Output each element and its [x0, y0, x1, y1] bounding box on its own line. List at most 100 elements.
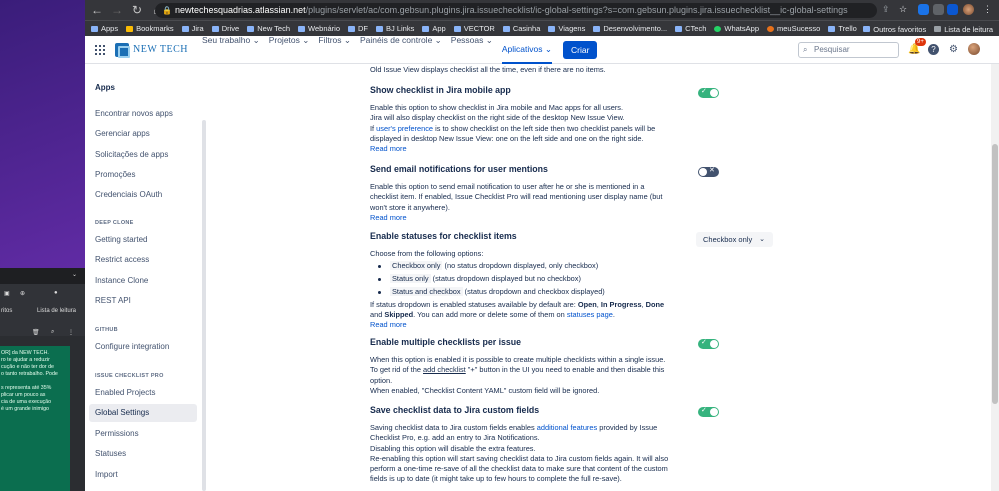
bookmark-outros-favoritos[interactable]: Outros favoritos: [863, 25, 926, 34]
avatar[interactable]: ●: [54, 290, 58, 296]
read-more-link[interactable]: Read more: [370, 320, 790, 330]
sidebar-item-global-settings[interactable]: Global Settings: [89, 404, 197, 422]
toggle-mobile-app[interactable]: ✓: [698, 88, 719, 98]
search-input[interactable]: ⌕ Pesquisar: [798, 42, 899, 58]
bookmark-apps[interactable]: Apps: [91, 24, 118, 33]
page-scrollbar[interactable]: [991, 64, 999, 491]
extension-icon[interactable]: [933, 4, 944, 15]
sidebar-item-configure-integration[interactable]: Configure integration: [89, 338, 197, 356]
bookmark-desenvolvimento[interactable]: Desenvolvimento...: [593, 24, 667, 33]
text-part: "+" button in the UI you need to enable …: [465, 365, 665, 375]
chevron-down-icon[interactable]: ⌄: [72, 271, 77, 278]
logo-mark-icon: [115, 42, 130, 58]
site-logo[interactable]: NEW TECH: [115, 42, 188, 58]
bookmark-casinha[interactable]: Casinha: [502, 24, 540, 33]
additional-features-link[interactable]: additional features: [537, 423, 597, 432]
bookmark-drive[interactable]: Drive: [211, 24, 239, 33]
bookmark-jira[interactable]: Jira: [181, 24, 204, 33]
sidebar-item-promocoes[interactable]: Promoções: [89, 166, 197, 184]
back-icon[interactable]: ←: [89, 3, 105, 17]
setting-text: won't store it anywhere).: [370, 202, 450, 212]
sidebar-item-instance-clone[interactable]: Instance Clone: [89, 272, 197, 290]
sidebar-item-permissions[interactable]: Permissions: [89, 425, 197, 443]
settings-gear-icon[interactable]: ⚙: [948, 44, 959, 55]
bookmark-trello[interactable]: Trello: [828, 24, 857, 33]
bookmark-ctech[interactable]: CTech: [675, 24, 706, 33]
sidebar-item-restrict-access[interactable]: Restrict access: [89, 251, 197, 269]
trash-icon[interactable]: 🗑: [32, 329, 40, 336]
sidebar-item-encontrar-novos-apps[interactable]: Encontrar novos apps: [89, 105, 197, 123]
bookmark-vector[interactable]: VECTOR: [453, 24, 495, 33]
sidebar-item-statuses[interactable]: Statuses: [89, 445, 197, 463]
bookmark-label: CTech: [685, 24, 707, 33]
app-switcher-icon[interactable]: [95, 44, 105, 55]
user-avatar[interactable]: [968, 43, 980, 55]
reload-icon[interactable]: ↻: [129, 3, 145, 17]
sidebar-item-enabled-projects[interactable]: Enabled Projects: [89, 384, 197, 402]
setting-text: Checklist Pro, e.g. add an entry to Jira…: [370, 433, 540, 443]
bookmark-new-tech[interactable]: New Tech: [247, 24, 290, 33]
read-more-link[interactable]: Read more: [370, 213, 790, 223]
sidebar-item-gerenciar-apps[interactable]: Gerenciar apps: [89, 125, 197, 143]
toggle-knob: [710, 408, 718, 416]
scrollbar-thumb[interactable]: [992, 144, 998, 404]
bookmark-bookmarks[interactable]: Bookmarks: [126, 24, 174, 33]
nav-projetos[interactable]: Projetos ⌄: [269, 35, 310, 64]
status-skipped: Skipped: [384, 309, 414, 319]
share-icon[interactable]: ⇪: [882, 4, 893, 15]
forward-icon[interactable]: →: [109, 3, 125, 17]
search-icon: ⌕: [803, 45, 808, 54]
read-more-link[interactable]: Read more: [370, 144, 790, 154]
toggle-save-custom-fields[interactable]: ✓: [698, 407, 719, 417]
menu-icon[interactable]: ⋮: [983, 4, 994, 15]
setting-multiple: Enable multiple checklists per issue Whe…: [370, 337, 790, 396]
toggle-email-notifications[interactable]: ✕: [698, 167, 719, 177]
chat-line: OR] da NEW TECH.: [1, 350, 49, 356]
plus-icon[interactable]: ⊕: [20, 290, 25, 297]
bookmark-app[interactable]: App: [422, 24, 446, 33]
nav-aplicativos[interactable]: Aplicativos ⌄: [501, 44, 552, 64]
help-icon[interactable]: ?: [928, 43, 939, 55]
sidebar-item-solicitacoes-de-apps[interactable]: Solicitações de apps: [89, 146, 197, 164]
star-icon[interactable]: ☆: [899, 4, 910, 15]
user-preference-link[interactable]: user's preference: [376, 124, 433, 133]
bookmark-webnario[interactable]: Webnário: [298, 24, 340, 33]
bookmark-label: Viagens: [558, 24, 586, 33]
bookmark-label: Outros favoritos: [873, 24, 927, 34]
statuses-mode-select[interactable]: Checkbox only ⌄: [696, 232, 773, 247]
bookmark-viagens[interactable]: Viagens: [548, 24, 585, 33]
address-bar[interactable]: 🔒 newtechesquadrias.atlassian.net/plugin…: [155, 3, 877, 18]
bookmark-df[interactable]: DF: [348, 24, 368, 33]
bookmark-whatsapp[interactable]: WhatsApp: [714, 24, 759, 33]
nav-seu-trabalho[interactable]: Seu trabalho ⌄: [202, 35, 260, 64]
nav-paineis[interactable]: Painéis de controle ⌄: [360, 35, 442, 64]
toggle-multiple-checklists[interactable]: ✓: [698, 339, 719, 349]
sidebar-section-deep-clone: DEEP CLONE: [95, 220, 134, 226]
sidebar-item-credenciais-oauth[interactable]: Credenciais OAuth: [89, 186, 197, 204]
create-button[interactable]: Criar: [563, 40, 598, 59]
add-checklist-link[interactable]: add checklist: [423, 365, 466, 374]
sidebar-item-import[interactable]: Import: [89, 466, 197, 484]
extension-icon[interactable]: [947, 4, 958, 15]
bookmark-label: Apps: [101, 24, 119, 33]
notifications-bell-icon[interactable]: 🔔 9+: [908, 37, 926, 55]
check-icon: ✓: [701, 407, 707, 414]
setting-text: Choose from the following options:: [370, 249, 484, 259]
extension-icon[interactable]: [918, 4, 929, 15]
search-icon[interactable]: ⌕: [51, 329, 54, 336]
bookmark-lista-de-leitura[interactable]: Lista de leitura: [934, 25, 993, 34]
sidebar: Apps Encontrar novos apps Gerenciar apps…: [85, 64, 203, 491]
bookmark-icon[interactable]: ▣: [4, 290, 10, 297]
statuses-page-link[interactable]: statuses page: [567, 310, 613, 319]
setting-text: Disabling this option will disable the e…: [370, 443, 536, 453]
nav-filtros[interactable]: Filtros ⌄: [318, 35, 351, 64]
more-icon[interactable]: ⋮: [68, 329, 74, 336]
nav-pessoas[interactable]: Pessoas ⌄: [451, 35, 493, 64]
chat-line: plicar um pouco as: [1, 392, 46, 398]
sidebar-item-getting-started[interactable]: Getting started: [89, 231, 197, 249]
bookmark-meusucesso[interactable]: meuSucesso: [767, 24, 820, 33]
sidebar-item-rest-api[interactable]: REST API: [89, 292, 197, 310]
profile-avatar[interactable]: [963, 4, 974, 15]
sidebar-scrollbar[interactable]: [202, 120, 206, 491]
bookmark-bj-links[interactable]: BJ Links: [376, 24, 414, 33]
